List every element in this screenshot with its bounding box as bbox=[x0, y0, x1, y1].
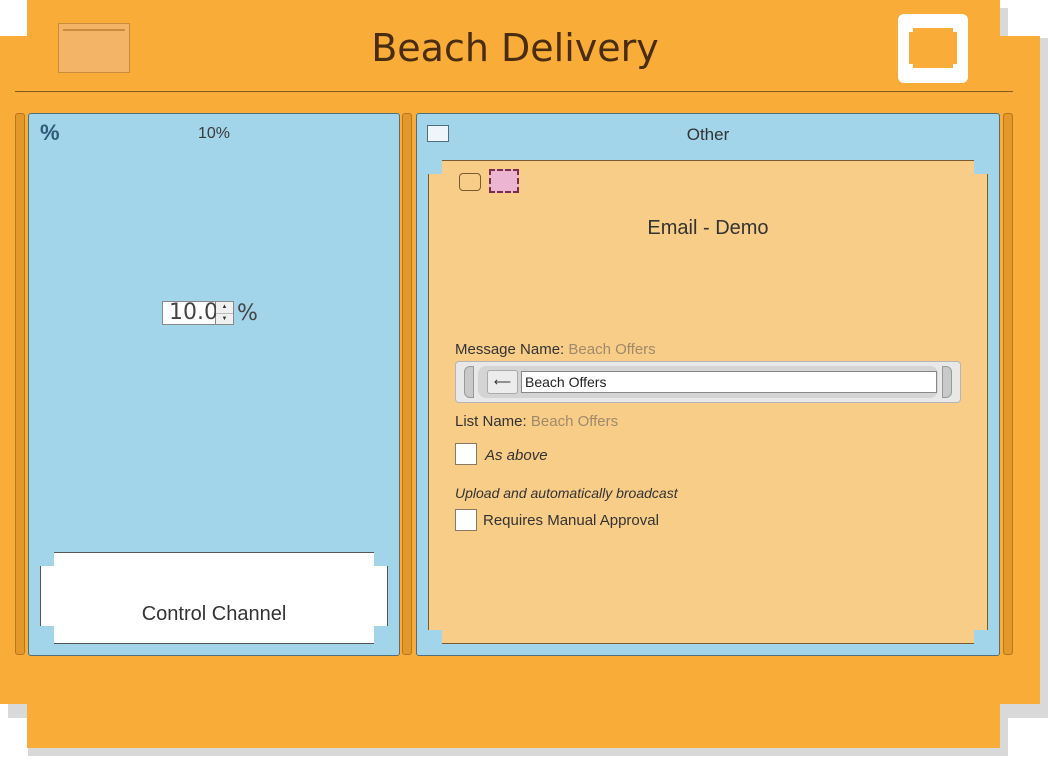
channel-icon[interactable] bbox=[459, 173, 481, 191]
maximize-button[interactable] bbox=[898, 14, 968, 83]
split-panel-control: % 10% 10.0 ▲ ▼ % Control Channel bbox=[28, 113, 400, 656]
stepper-buttons[interactable]: ▲ ▼ bbox=[216, 301, 234, 325]
percentage-input[interactable]: 10.0 bbox=[162, 301, 218, 325]
back-arrow-icon[interactable]: ⟵ bbox=[487, 370, 518, 394]
panel-title-other: Other bbox=[686, 125, 730, 144]
stepper-down-icon[interactable]: ▼ bbox=[216, 312, 233, 325]
percent-unit: % bbox=[237, 300, 258, 326]
message-name-value: Beach Offers bbox=[568, 341, 656, 358]
selection-icon[interactable] bbox=[489, 169, 519, 193]
app-window: Beach Delivery % 10% 10.0 ▲ ▼ % Control … bbox=[0, 0, 1040, 748]
maximize-icon bbox=[909, 28, 957, 68]
message-name-row: Message Name: Beach Offers bbox=[455, 341, 656, 358]
message-name-label: Message Name: bbox=[455, 341, 565, 358]
control-channel-label: Control Channel bbox=[141, 603, 287, 625]
left-splitter[interactable] bbox=[15, 113, 25, 655]
message-name-input[interactable]: Beach Offers bbox=[521, 371, 937, 393]
manual-approval-label: Requires Manual Approval bbox=[483, 512, 659, 529]
email-demo-card: Email - Demo Message Name: Beach Offers … bbox=[428, 160, 988, 644]
middle-splitter[interactable] bbox=[402, 113, 412, 655]
panel-title-percent: 10% bbox=[197, 125, 231, 142]
stepper-up-icon[interactable]: ▲ bbox=[216, 302, 233, 313]
manual-approval-checkbox[interactable] bbox=[455, 509, 477, 531]
picker-left-cap bbox=[464, 366, 474, 398]
list-name-label: List Name: bbox=[455, 413, 527, 430]
right-splitter[interactable] bbox=[1003, 113, 1013, 655]
control-channel-card[interactable]: Control Channel bbox=[40, 552, 388, 644]
as-above-label: As above bbox=[485, 447, 548, 464]
list-name-row: List Name: Beach Offers bbox=[455, 413, 618, 430]
as-above-checkbox[interactable] bbox=[455, 443, 477, 465]
percentage-stepper[interactable]: 10.0 ▲ ▼ % bbox=[162, 300, 258, 326]
message-name-picker: ⟵ Beach Offers bbox=[455, 361, 961, 403]
email-card-title: Email - Demo bbox=[647, 217, 769, 239]
upload-note: Upload and automatically broadcast bbox=[455, 485, 678, 501]
list-name-value: Beach Offers bbox=[530, 413, 619, 430]
window-title: Beach Delivery bbox=[371, 26, 659, 70]
split-panel-other: Other Email - Demo Message Name: Beach O… bbox=[416, 113, 1000, 656]
picker-right-cap bbox=[942, 366, 952, 398]
header-divider bbox=[15, 91, 1013, 92]
